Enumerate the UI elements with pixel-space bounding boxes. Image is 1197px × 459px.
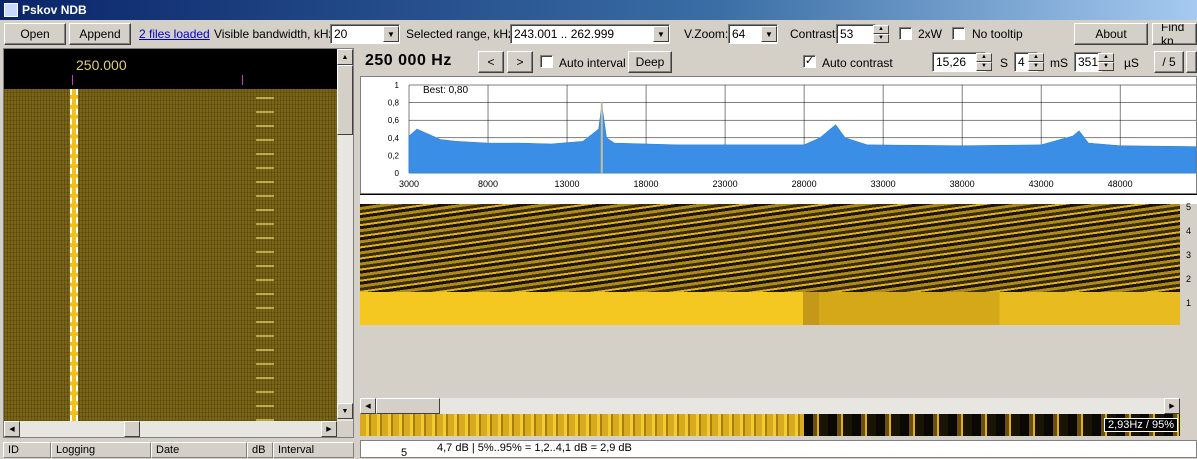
x-tick-label: 18000 <box>634 179 659 189</box>
series-area <box>408 104 1197 174</box>
scroll-up-icon[interactable]: ▲ <box>337 49 353 65</box>
scroll-right-icon[interactable]: ▶ <box>1164 398 1180 414</box>
y-tick-label: 0 <box>395 169 400 178</box>
scroll-left-icon[interactable]: ◀ <box>360 398 376 414</box>
side-label: 3 <box>1186 250 1192 260</box>
scroll-right-icon[interactable]: ▶ <box>321 421 337 437</box>
side-label: 4 <box>1186 226 1192 236</box>
signal-colorbar <box>360 414 1180 436</box>
bw-info-label: 2,93Hz / 95% <box>1104 418 1179 432</box>
side-scale: 5 4 3 2 1 <box>1182 200 1197 330</box>
auto-interval-checkbox[interactable] <box>540 55 553 68</box>
status-bar: 5 4,7 dB | 5%..95% = 1,2..4,1 dB = 2,9 d… <box>360 440 1197 459</box>
left-freq-header: 250.000 <box>4 49 337 89</box>
col-date[interactable]: Date <box>151 442 247 458</box>
side-label: 1 <box>1186 298 1192 308</box>
auto-contrast-checkbox[interactable]: ✓ <box>803 55 816 68</box>
scroll-thumb[interactable] <box>337 65 353 135</box>
y-tick-label: 1 <box>395 81 400 90</box>
contrast-stepper[interactable]: ▲ ▼ <box>873 25 889 43</box>
next-button[interactable]: > <box>507 51 533 73</box>
x-tick-label: 28000 <box>792 179 817 189</box>
x-tick-label: 3000 <box>399 179 419 189</box>
us-unit: µS <box>1124 56 1139 70</box>
signal-band <box>360 292 1180 325</box>
col-id[interactable]: ID <box>3 442 51 458</box>
chevron-down-icon[interactable]: ▼ <box>653 26 669 42</box>
scroll-down-icon[interactable]: ▼ <box>337 403 353 419</box>
right-waterfall[interactable] <box>360 204 1180 325</box>
next-edge-button[interactable] <box>1186 51 1197 73</box>
col-logging[interactable]: Logging <box>51 442 151 458</box>
y-tick-label: 0,4 <box>388 134 400 143</box>
freq-axis-ruler <box>360 194 1197 204</box>
twoxw-label: 2xW <box>918 27 942 41</box>
append-button[interactable]: Append <box>69 23 131 45</box>
x-tick-label: 23000 <box>713 179 738 189</box>
contrast-input[interactable]: 53 <box>836 24 876 44</box>
correlation-plot[interactable]: 0 0,2 0,4 0,6 0,8 1 3000 8000 13000 18000 23000 280… <box>360 76 1197 194</box>
col-db[interactable]: dB <box>247 442 273 458</box>
scroll-thumb[interactable] <box>124 421 140 437</box>
scroll-left-icon[interactable]: ◀ <box>4 421 20 437</box>
best-label: Best: 0,80 <box>423 85 468 96</box>
status-text: 4,7 dB | 5%..95% = 1,2..4,1 dB = 2,9 dB <box>437 442 632 454</box>
left-waterfall[interactable] <box>4 89 337 421</box>
files-loaded-link[interactable]: 2 files loaded <box>139 27 210 41</box>
carrier-line <box>70 89 78 421</box>
open-button[interactable]: Open <box>4 23 66 45</box>
x-tick-label: 38000 <box>950 179 975 189</box>
left-waterfall-panel: 250.000 ▲ ▼ ◀ ▶ <box>3 48 354 438</box>
find-button[interactable]: Find kn <box>1152 23 1197 45</box>
marker-tick <box>242 75 243 85</box>
auto-contrast-label: Auto contrast <box>822 56 893 70</box>
signal-trace <box>256 89 274 421</box>
seconds-stepper[interactable]: ▲ ▼ <box>976 53 992 71</box>
marker-tick <box>72 75 73 85</box>
ms-stepper[interactable]: ▲ ▼ <box>1028 53 1044 71</box>
selected-range-select[interactable]: 243.001 .. 262.999 <box>510 24 670 44</box>
title-bar: Pskov NDB <box>0 0 1197 20</box>
x-tick-label: 8000 <box>478 179 498 189</box>
x-tick-label: 33000 <box>871 179 896 189</box>
left-hscrollbar[interactable]: ◀ ▶ <box>4 421 337 437</box>
visible-bw-label: Visible bandwidth, kHz: <box>214 27 338 41</box>
left-vscrollbar[interactable]: ▲ ▼ <box>337 49 353 421</box>
auto-interval-label: Auto interval <box>559 56 626 70</box>
side-label: 5 <box>1186 202 1192 212</box>
empty-area <box>360 325 1180 398</box>
vzoom-label: V.Zoom: <box>684 27 729 41</box>
scroll-thumb[interactable] <box>376 398 440 414</box>
plot-svg: 00,20,40,60,813000 8000 13000 18000 23000 280… <box>388 81 1197 189</box>
twoxw-checkbox[interactable] <box>899 27 912 40</box>
us-stepper[interactable]: ▲ ▼ <box>1098 53 1114 71</box>
col-interval[interactable]: Interval <box>273 442 354 458</box>
seconds-unit: S <box>1000 56 1009 70</box>
right-hscrollbar[interactable]: ◀ ▶ <box>360 398 1180 414</box>
x-tick-label: 48000 <box>1108 179 1133 189</box>
selected-range-label: Selected range, kHz: <box>406 27 518 41</box>
x-tick-label: 13000 <box>555 179 580 189</box>
side-label: 2 <box>1186 274 1192 284</box>
y-tick-label: 0,6 <box>388 116 400 125</box>
y-tick-label: 0,8 <box>388 99 400 108</box>
x-tick-label: 43000 <box>1029 179 1054 189</box>
y-tick-label: 0,2 <box>388 151 400 160</box>
no-tooltip-checkbox[interactable] <box>952 27 965 40</box>
ms-unit: mS <box>1050 56 1068 70</box>
log-table-header: ID Logging Date dB Interval <box>3 442 354 458</box>
deep-button[interactable]: Deep <box>628 51 672 73</box>
about-button[interactable]: About <box>1074 23 1148 45</box>
window-title: Pskov NDB <box>22 3 87 17</box>
center-freq-label: 250.000 <box>76 57 127 73</box>
divide-button[interactable]: / 5 <box>1154 51 1184 73</box>
app-icon <box>4 3 18 17</box>
prev-button[interactable]: < <box>478 51 504 73</box>
no-tooltip-label: No tooltip <box>972 27 1023 41</box>
freq-display: 250 000 Hz <box>365 52 452 69</box>
bottom-number: 5 <box>401 447 408 459</box>
chevron-down-icon[interactable]: ▼ <box>383 26 399 42</box>
contrast-label: Contrast: <box>790 27 839 41</box>
chevron-down-icon[interactable]: ▼ <box>761 26 777 42</box>
